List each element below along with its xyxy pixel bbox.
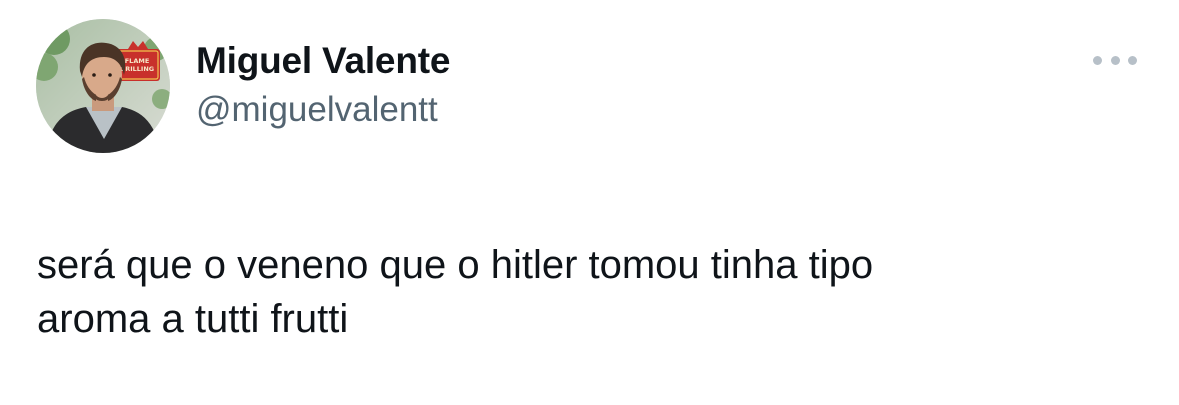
handle[interactable]: @miguelvalentt (196, 88, 450, 132)
dot (1093, 55, 1102, 65)
sign-text-1: FLAME (125, 57, 150, 65)
tweet-card: FLAME GRILLING Miguel Valente @miguelval… (0, 0, 1179, 405)
tweet-text: será que o veneno que o hitler tomou tin… (37, 243, 874, 341)
avatar[interactable]: FLAME GRILLING (36, 19, 170, 153)
avatar-photo: FLAME GRILLING (36, 19, 170, 153)
display-name[interactable]: Miguel Valente (196, 38, 450, 84)
dot (1128, 55, 1137, 65)
dot (1110, 55, 1120, 65)
more-horizontal-icon[interactable] (1093, 50, 1137, 70)
author-info: Miguel Valente @miguelvalentt (196, 38, 450, 132)
